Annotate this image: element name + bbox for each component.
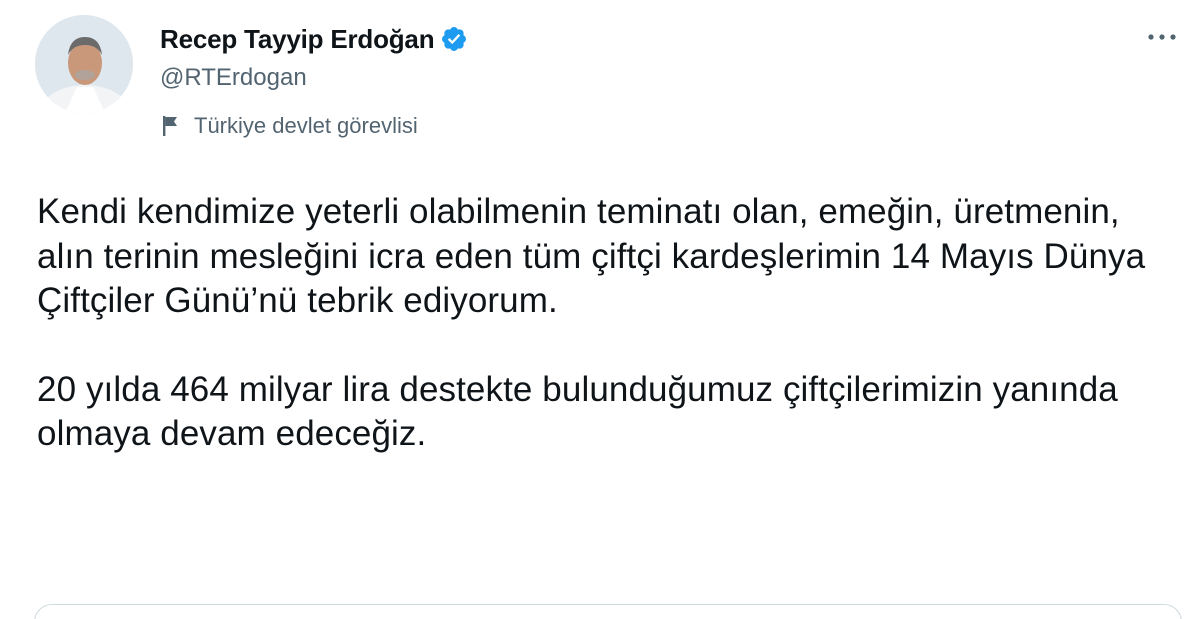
media-card[interactable] xyxy=(34,604,1182,619)
avatar-image xyxy=(35,15,133,113)
flag-icon xyxy=(162,115,180,137)
tweet: Recep Tayyip Erdoğan @RTErdogan Türkiye … xyxy=(0,0,1200,619)
author-name-row: Recep Tayyip Erdoğan xyxy=(160,22,468,56)
more-icon xyxy=(1148,34,1176,40)
avatar[interactable] xyxy=(35,15,133,113)
account-label: Türkiye devlet görevlisi xyxy=(162,113,418,139)
tweet-paragraph: Kendi kendimize yeterli olabilmenin temi… xyxy=(37,192,1146,320)
account-label-text: Türkiye devlet görevlisi xyxy=(194,113,418,138)
author-handle[interactable]: @RTErdogan xyxy=(160,64,307,92)
tweet-text: Kendi kendimize yeterli olabilmenin temi… xyxy=(37,190,1177,457)
verified-badge-icon xyxy=(440,25,468,53)
author-display-name[interactable]: Recep Tayyip Erdoğan xyxy=(160,24,435,55)
more-button[interactable] xyxy=(1142,22,1182,52)
tweet-paragraph: 20 yılda 464 milyar lira destekte bulund… xyxy=(37,369,1118,454)
